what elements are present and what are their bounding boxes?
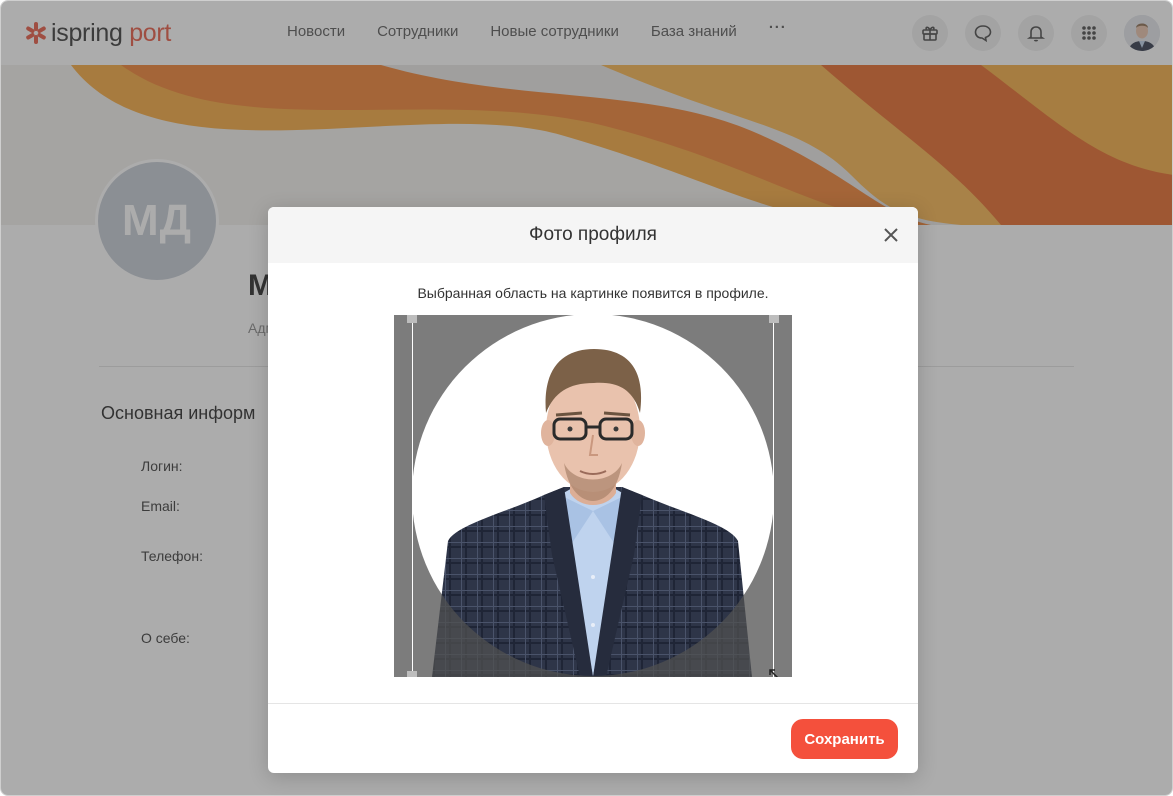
crop-handle-top-left[interactable] — [407, 315, 417, 323]
close-icon[interactable] — [882, 226, 900, 244]
profile-photo — [394, 315, 792, 677]
resize-diagonal-icon[interactable] — [766, 666, 786, 677]
dialog-header: Фото профиля — [268, 207, 918, 263]
crop-handle-top-right[interactable] — [769, 315, 779, 323]
profile-photo-dialog: Фото профиля Выбранная область на картин… — [268, 207, 918, 773]
dialog-title: Фото профиля — [529, 224, 657, 245]
crop-handle-bottom-left[interactable] — [407, 671, 417, 677]
save-button[interactable]: Сохранить — [791, 719, 898, 759]
photo-crop-area[interactable] — [394, 315, 792, 677]
dialog-footer-divider — [268, 703, 918, 704]
crop-hint-text: Выбранная область на картинке появится в… — [417, 285, 769, 301]
